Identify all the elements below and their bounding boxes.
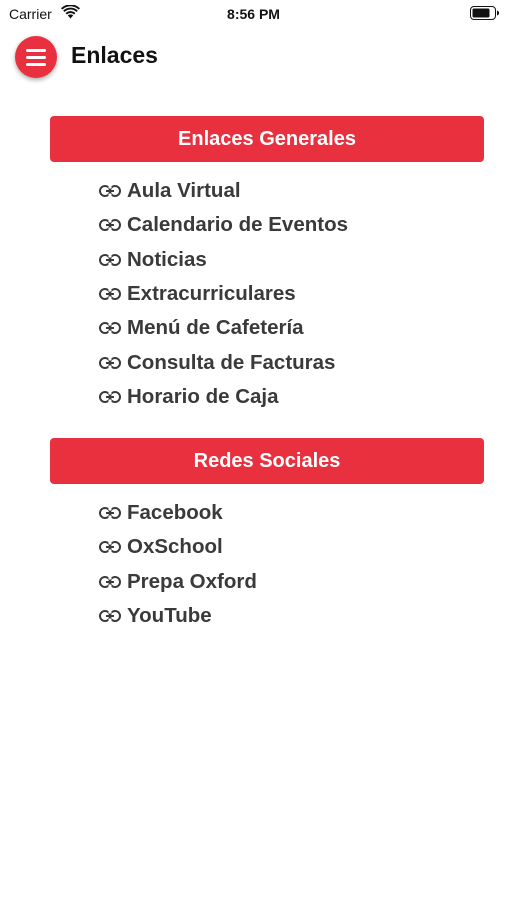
link-chain-icon [99, 390, 121, 403]
link-label: Consulta de Facturas [127, 350, 336, 374]
link-chain-icon [99, 575, 121, 588]
section-header-enlaces-generales: Enlaces Generales [50, 116, 484, 162]
page-title: Enlaces [71, 42, 158, 68]
app-header: Enlaces [0, 34, 507, 78]
link-label: Facebook [127, 501, 223, 525]
link-chain-icon [99, 541, 121, 554]
link-facebook[interactable]: Facebook [99, 496, 257, 530]
link-prepa-oxford[interactable]: Prepa Oxford [99, 565, 257, 599]
link-label: Menú de Cafetería [127, 316, 304, 340]
link-consulta-de-facturas[interactable]: Consulta de Facturas [99, 345, 348, 379]
link-horario-de-caja[interactable]: Horario de Caja [99, 380, 348, 414]
link-label: OxSchool [127, 535, 223, 559]
link-chain-icon [99, 322, 121, 335]
link-label: Prepa Oxford [127, 569, 257, 593]
link-label: Calendario de Eventos [127, 213, 349, 237]
link-calendario-de-eventos[interactable]: Calendario de Eventos [99, 208, 348, 242]
link-chain-icon [99, 507, 121, 520]
link-chain-icon [99, 356, 121, 369]
section-header-redes-sociales: Redes Sociales [50, 438, 484, 484]
link-label: Noticias [127, 247, 207, 271]
link-label: Aula Virtual [127, 179, 241, 203]
link-oxschool[interactable]: OxSchool [99, 530, 257, 564]
link-extracurriculares[interactable]: Extracurriculares [99, 277, 348, 311]
link-chain-icon [99, 219, 121, 232]
link-label: Extracurriculares [127, 282, 296, 306]
link-aula-virtual[interactable]: Aula Virtual [99, 174, 348, 208]
link-chain-icon [99, 288, 121, 301]
link-label: YouTube [127, 604, 212, 628]
link-list-general: Aula Virtual Calendario de Eventos Notic… [99, 174, 348, 414]
hamburger-menu-icon[interactable] [15, 36, 57, 78]
clock-time: 8:56 PM [227, 6, 280, 22]
link-list-social: Facebook OxSchool Prepa Oxford YouTube [99, 496, 257, 633]
link-menu-de-cafeteria[interactable]: Menú de Cafetería [99, 311, 348, 345]
link-youtube[interactable]: YouTube [99, 599, 257, 633]
link-chain-icon [99, 610, 121, 623]
battery-icon [470, 6, 499, 20]
link-label: Horario de Caja [127, 384, 279, 408]
status-bar: Carrier 8:56 PM [0, 0, 507, 28]
link-noticias[interactable]: Noticias [99, 243, 348, 277]
link-chain-icon [99, 253, 121, 266]
link-chain-icon [99, 185, 121, 198]
